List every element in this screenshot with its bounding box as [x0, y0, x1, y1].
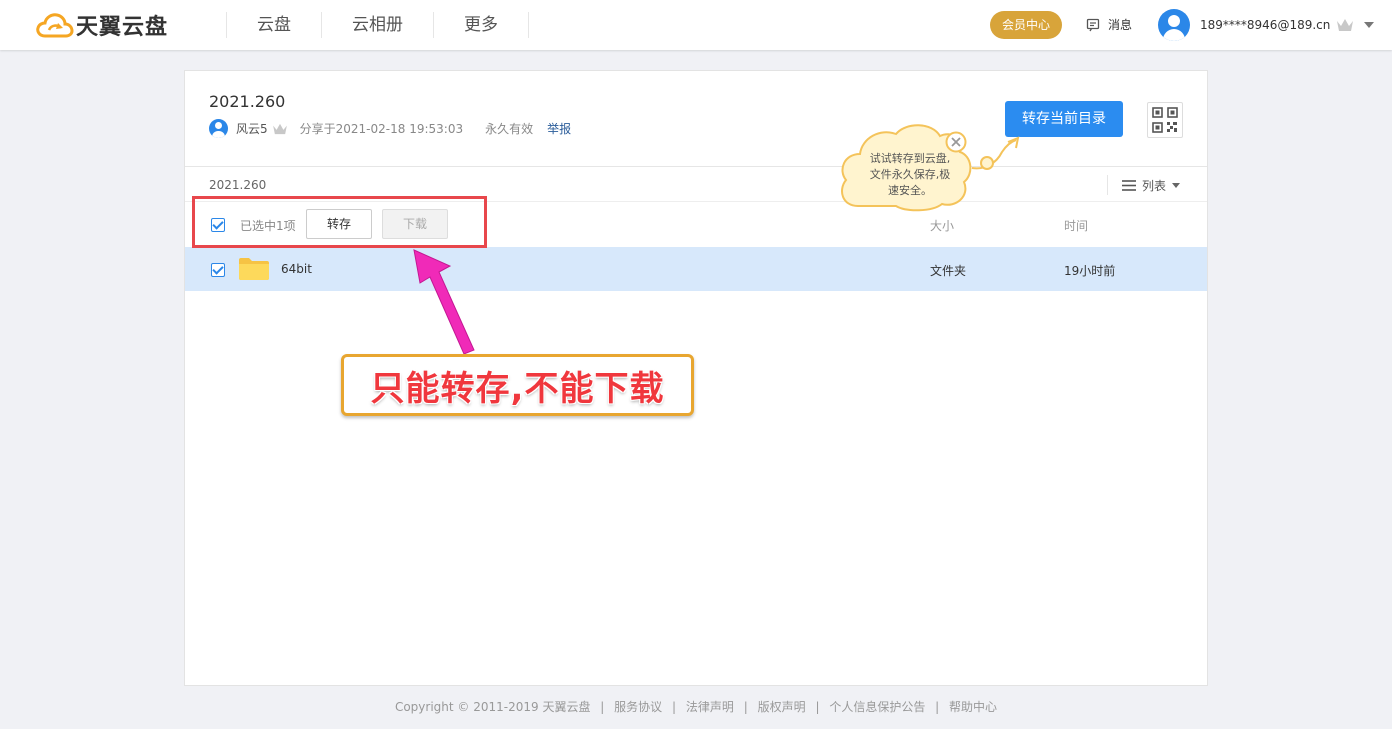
messages-link[interactable]: 消息 [1086, 16, 1132, 33]
file-name[interactable]: 64bit [281, 262, 312, 276]
chevron-down-icon [1172, 182, 1181, 188]
share-date: 分享于2021-02-18 19:53:03 [299, 122, 464, 136]
view-mode-label: 列表 [1142, 178, 1167, 193]
column-header-time[interactable]: 时间 [1064, 217, 1088, 234]
message-icon [1086, 18, 1100, 31]
footer-link-help[interactable]: 帮助中心 [949, 700, 997, 714]
crown-icon [272, 123, 287, 134]
footer-link-legal[interactable]: 法律声明 [686, 700, 734, 714]
sharer-name: 风云5 [236, 122, 268, 136]
sharer-avatar [209, 119, 228, 138]
close-icon[interactable] [945, 131, 967, 153]
file-type: 文件夹 [930, 264, 967, 278]
tip-line: 文件永久保存,极 [869, 168, 951, 181]
share-meta: 风云5 分享于2021-02-18 19:53:03 永久有效 举报 [209, 119, 571, 138]
table-row[interactable]: 64bit 文件夹 19小时前 [185, 247, 1207, 291]
tip-line: 试试转存到云盘, [869, 152, 951, 165]
vip-center-button[interactable]: 会员中心 [990, 11, 1062, 39]
share-validity: 永久有效 [485, 122, 534, 136]
divider [185, 166, 1207, 167]
breadcrumb[interactable]: 2021.260 [209, 178, 266, 192]
copyright: Copyright © 2011-2019 天翼云盘 [394, 700, 591, 714]
separator: | [600, 700, 605, 714]
separator: | [743, 700, 748, 714]
logo-text: 天翼云盘 [76, 15, 169, 40]
crown-icon [1337, 19, 1354, 31]
footer: Copyright © 2011-2019 天翼云盘 | 服务协议 | 法律声明… [0, 698, 1392, 715]
cloud-logo-icon [36, 13, 74, 38]
separator: | [672, 700, 677, 714]
chevron-down-icon [1364, 22, 1375, 28]
nav-item-cloud-disk[interactable]: 云盘 [226, 12, 321, 38]
footer-link-copyright[interactable]: 版权声明 [758, 700, 806, 714]
footer-link-privacy[interactable]: 个人信息保护公告 [829, 700, 925, 714]
main-nav: 云盘 云相册 更多 [226, 12, 529, 38]
footer-link-service-agreement[interactable]: 服务协议 [614, 700, 662, 714]
annotation-text: 只能转存,不能下载 [370, 368, 665, 409]
share-panel: 2021.260 风云5 分享于2021-02-18 19:53:03 永久有效… [184, 70, 1208, 686]
separator: | [815, 700, 820, 714]
user-menu[interactable]: 189****8946@189.cn [1158, 9, 1375, 41]
row-checkbox[interactable] [211, 263, 225, 277]
highlight-box [192, 196, 487, 248]
column-header-size[interactable]: 大小 [930, 217, 954, 234]
messages-label: 消息 [1108, 18, 1133, 32]
annotation-callout: 只能转存,不能下载 [341, 354, 694, 416]
view-mode-toggle[interactable]: 列表 [1107, 175, 1181, 195]
avatar [1158, 9, 1190, 41]
user-email: 189****8946@189.cn [1200, 18, 1331, 32]
separator: | [935, 700, 940, 714]
share-title: 2021.260 [209, 92, 286, 111]
list-view-icon [1122, 179, 1136, 191]
logo[interactable]: 天翼云盘 [36, 10, 168, 40]
tip-text: 试试转存到云盘, 文件永久保存,极 速安全。 [852, 151, 968, 199]
top-navigation-bar: 天翼云盘 云盘 云相册 更多 会员中心 消息 189****8946@189.c… [0, 0, 1392, 50]
nav-item-more[interactable]: 更多 [433, 12, 529, 38]
tip-line: 速安全。 [888, 184, 932, 197]
folder-icon [239, 258, 269, 280]
report-link[interactable]: 举报 [547, 120, 571, 137]
arrow-up-icon [413, 249, 475, 355]
qr-code-icon [1152, 107, 1178, 133]
qr-code-button[interactable] [1147, 102, 1183, 138]
file-time: 19小时前 [1064, 264, 1116, 278]
nav-item-cloud-album[interactable]: 云相册 [321, 12, 433, 38]
